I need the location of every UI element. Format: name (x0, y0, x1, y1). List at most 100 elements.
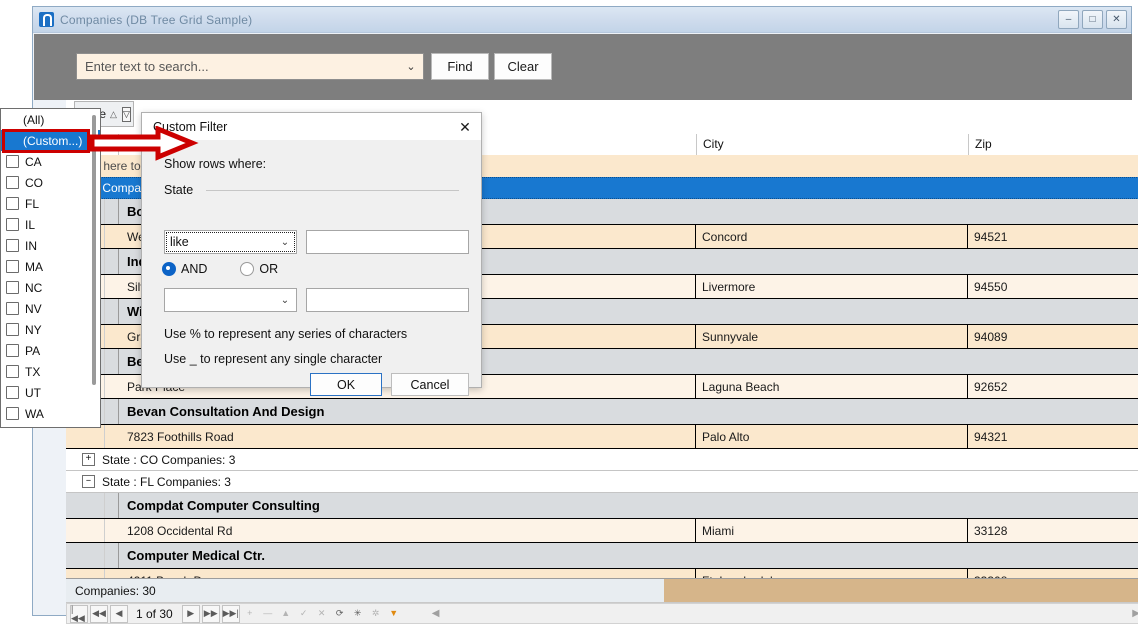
nav-edit-button[interactable]: ▲ (278, 606, 294, 622)
state-filter-option-fl[interactable]: FL (1, 193, 100, 214)
radio-and-indicator[interactable] (162, 262, 176, 276)
close-button[interactable]: ✕ (1106, 10, 1127, 29)
zip-cell[interactable]: 33308 (969, 569, 1138, 579)
nav-next-page-button[interactable]: ▶▶ (201, 604, 220, 623)
state-filter-option-label: MA (25, 259, 43, 274)
checkbox-icon[interactable] (6, 239, 19, 252)
nav-delete-button[interactable]: — (260, 606, 276, 622)
company-row[interactable]: Computer Medical Ctr. (66, 543, 1138, 569)
desktop-background: Companies (DB Tree Grid Sample) – □ ✕ En… (0, 0, 1138, 624)
cancel-button[interactable]: Cancel (391, 373, 469, 396)
nav-refresh-button[interactable]: ⟳ (332, 606, 348, 622)
filter-value-input-2[interactable] (306, 288, 469, 312)
state-filter-option-nc[interactable]: NC (1, 277, 100, 298)
group-row[interactable]: – State : FL Companies: 3 (66, 471, 1138, 493)
hscroll-right-arrow-icon[interactable]: ▶ (1132, 608, 1138, 619)
filter-icon[interactable]: ▽ (121, 106, 131, 122)
zip-cell[interactable]: 92652 (969, 375, 1138, 398)
operator-select-1[interactable]: like ⌄ (164, 230, 297, 254)
operator-select-2[interactable]: ⌄ (164, 288, 297, 312)
city-cell[interactable]: Miami (697, 519, 968, 542)
column-divider[interactable] (696, 134, 697, 155)
zip-cell[interactable]: 94550 (969, 275, 1138, 298)
radio-and[interactable]: AND (162, 262, 207, 276)
address-cell[interactable]: 4211 Beach Dr (118, 569, 696, 578)
group-row[interactable]: + State : CO Companies: 3 (66, 449, 1138, 471)
checkbox-icon[interactable] (6, 302, 19, 315)
checkbox-icon[interactable] (6, 407, 19, 420)
nav-prior-page-button[interactable]: ◀◀ (90, 604, 108, 623)
state-filter-option-tx[interactable]: TX (1, 361, 100, 382)
address-cell[interactable]: 7823 Foothills Road (118, 425, 696, 448)
city-cell[interactable]: Palo Alto (697, 425, 968, 448)
checkbox-icon[interactable] (6, 260, 19, 273)
city-cell[interactable]: Laguna Beach (697, 375, 968, 398)
column-header-city[interactable]: City (703, 137, 724, 151)
state-filter-option-in[interactable]: IN (1, 235, 100, 256)
minimize-button[interactable]: – (1058, 10, 1079, 29)
nav-apply-button[interactable]: ✲ (368, 606, 384, 622)
nav-last-button[interactable]: ▶▶| (221, 604, 240, 623)
nav-first-button[interactable]: |◀◀ (70, 604, 88, 623)
chevron-down-icon[interactable]: ⌄ (274, 295, 296, 306)
state-filter-option-ny[interactable]: NY (1, 319, 100, 340)
checkbox-icon[interactable] (6, 281, 19, 294)
radio-or-indicator[interactable] (240, 262, 255, 276)
company-row[interactable]: Compdat Computer Consulting (66, 493, 1138, 519)
chevron-down-icon[interactable]: ⌄ (274, 237, 296, 248)
checkbox-icon[interactable] (6, 386, 19, 399)
chevron-down-icon[interactable]: ⌄ (399, 54, 423, 79)
nav-clear-filter-button[interactable]: ✳ (350, 606, 366, 622)
nav-cancel-button[interactable]: ✕ (314, 606, 330, 622)
filter-value-input-1[interactable] (306, 230, 469, 254)
state-filter-option-ut[interactable]: UT (1, 382, 100, 403)
city-cell[interactable]: Sunnyvale (697, 325, 968, 348)
state-filter-option-nv[interactable]: NV (1, 298, 100, 319)
nav-next-button[interactable]: ▶ (181, 604, 200, 623)
state-filter-option-all[interactable]: (All) (1, 109, 100, 130)
nav-filter-button[interactable]: ▼ (386, 606, 402, 622)
search-input[interactable]: Enter text to search... ⌄ (76, 53, 424, 80)
checkbox-icon[interactable] (6, 323, 19, 336)
sort-ascending-icon[interactable]: △ (110, 109, 117, 120)
clear-button[interactable]: Clear (494, 53, 552, 80)
state-filter-option-pa[interactable]: PA (1, 340, 100, 361)
expand-icon[interactable]: + (82, 453, 95, 466)
state-filter-option-ca[interactable]: CA (1, 151, 100, 172)
checkbox-icon[interactable] (6, 344, 19, 357)
company-row[interactable]: Bevan Consultation And Design (66, 399, 1138, 425)
checkbox-icon[interactable] (6, 155, 19, 168)
checkbox-icon[interactable] (6, 218, 19, 231)
state-filter-option-co[interactable]: CO (1, 172, 100, 193)
city-cell[interactable]: Ft. Lauderdale (697, 569, 968, 578)
nav-prior-button[interactable]: ◀ (110, 604, 128, 623)
maximize-button[interactable]: □ (1082, 10, 1103, 29)
city-cell[interactable]: Livermore (697, 275, 968, 298)
table-row[interactable]: 1208 Occidental Rd Miami 33128 (66, 519, 1138, 543)
checkbox-icon[interactable] (6, 197, 19, 210)
state-filter-dropdown[interactable]: (All) (Custom...) CA CO FL IL IN MA NC NV NY PA TX UT… (0, 108, 101, 428)
address-cell[interactable]: 1208 Occidental Rd (118, 519, 696, 542)
checkbox-icon[interactable] (6, 365, 19, 378)
zip-cell[interactable]: 94521 (969, 225, 1138, 248)
state-filter-option-il[interactable]: IL (1, 214, 100, 235)
find-button[interactable]: Find (431, 53, 489, 80)
collapse-icon[interactable]: – (82, 475, 95, 488)
nav-insert-button[interactable]: + (242, 606, 258, 622)
table-row[interactable]: 4211 Beach DrFt. Lauderdale33308 (66, 569, 1138, 578)
close-icon[interactable]: ✕ (453, 116, 477, 138)
hscroll-left-arrow-icon[interactable]: ◀ (432, 608, 440, 619)
nav-post-button[interactable]: ✓ (296, 606, 312, 622)
zip-cell[interactable]: 94089 (969, 325, 1138, 348)
state-filter-option-wa[interactable]: WA (1, 403, 100, 424)
table-row[interactable]: 7823 Foothills Road Palo Alto 94321 (66, 425, 1138, 449)
column-divider[interactable] (968, 134, 969, 155)
state-filter-option-ma[interactable]: MA (1, 256, 100, 277)
ok-button[interactable]: OK (310, 373, 382, 396)
column-header-zip[interactable]: Zip (975, 137, 992, 151)
zip-cell[interactable]: 33128 (969, 519, 1138, 542)
zip-cell[interactable]: 94321 (969, 425, 1138, 448)
checkbox-icon[interactable] (6, 176, 19, 189)
city-cell[interactable]: Concord (697, 225, 968, 248)
radio-or[interactable]: OR (240, 262, 278, 276)
